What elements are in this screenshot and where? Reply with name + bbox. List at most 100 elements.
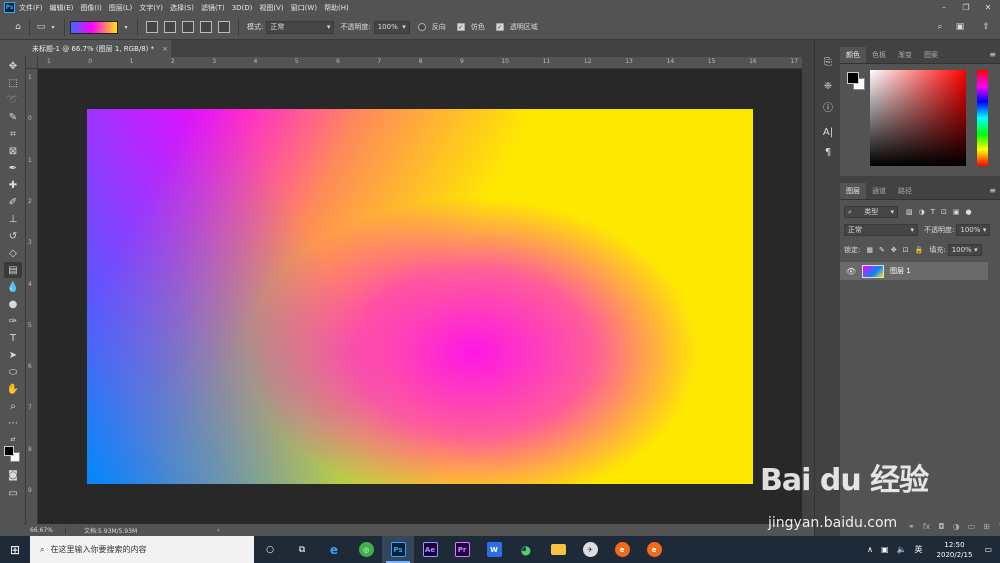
zoom-tool-icon[interactable]: ⌕ bbox=[4, 398, 22, 414]
linear-gradient-button[interactable] bbox=[146, 21, 158, 33]
menu-view[interactable]: 视图(V) bbox=[259, 3, 283, 13]
history-icon[interactable]: ⎘ bbox=[820, 54, 836, 70]
history-brush-tool-icon[interactable]: ↺ bbox=[4, 228, 22, 244]
chevron-down-icon[interactable]: ▾ bbox=[47, 21, 59, 33]
taskbar-search-input[interactable]: ⌕ 在这里输入你要搜索的内容 bbox=[30, 536, 254, 563]
lock-all-icon[interactable]: 🔒 bbox=[915, 246, 924, 254]
cortana-icon[interactable]: ○ bbox=[254, 536, 286, 563]
dither-checkbox[interactable]: ✓ bbox=[456, 23, 465, 31]
move-tool-icon[interactable]: ✥ bbox=[4, 58, 22, 74]
mode-select[interactable]: 正常 ▾ bbox=[266, 20, 335, 34]
swap-colors-icon[interactable]: ⇄ bbox=[4, 431, 22, 447]
foreground-color-swatch[interactable] bbox=[847, 72, 859, 84]
close-window-icon[interactable]: ✕ bbox=[978, 0, 998, 15]
eraser-tool-icon[interactable]: ◇ bbox=[4, 245, 22, 261]
status-menu-arrow[interactable]: › bbox=[217, 527, 219, 534]
taskbar-premiere[interactable]: Pr bbox=[446, 536, 478, 563]
path-select-tool-icon[interactable]: ➤ bbox=[4, 347, 22, 363]
menu-select[interactable]: 选择(S) bbox=[170, 3, 194, 13]
firefox-icon-2[interactable]: e bbox=[638, 536, 670, 563]
wechat-icon[interactable]: ◕ bbox=[510, 536, 542, 563]
lock-artboard-icon[interactable]: ⊡ bbox=[903, 246, 909, 254]
menu-filter[interactable]: 滤镜(T) bbox=[201, 3, 225, 13]
type-filter-icon[interactable]: T bbox=[931, 208, 935, 216]
transparency-checkbox[interactable]: ✓ bbox=[495, 23, 504, 31]
vertical-scrollbar[interactable] bbox=[802, 57, 814, 524]
taskbar-after-effects[interactable]: Ae bbox=[414, 536, 446, 563]
pixel-filter-icon[interactable]: ▨ bbox=[906, 208, 913, 216]
hand-tool-icon[interactable]: ✋ bbox=[4, 381, 22, 397]
layer-style-icon[interactable]: fx bbox=[923, 522, 931, 531]
opacity-input[interactable]: 100% ▾ bbox=[373, 20, 410, 34]
layer-filter-select[interactable]: ⌕ 类型 ▾ bbox=[844, 206, 898, 218]
zoom-level[interactable]: 66.67% bbox=[26, 526, 66, 534]
tab-layers[interactable]: 图层 bbox=[840, 183, 866, 199]
taskbar-photoshop[interactable]: Ps bbox=[382, 536, 414, 563]
hue-slider[interactable] bbox=[977, 70, 988, 166]
type-tool-icon[interactable]: T bbox=[4, 330, 22, 346]
smart-filter-icon[interactable]: ▣ bbox=[953, 208, 960, 216]
clock[interactable]: 12:50 2020/2/15 bbox=[937, 540, 973, 560]
info-icon[interactable]: ⓘ bbox=[820, 98, 836, 114]
firefox-icon[interactable]: e bbox=[606, 536, 638, 563]
add-mask-icon[interactable]: ◘ bbox=[938, 522, 944, 531]
layer-row[interactable]: 👁 图层 1 bbox=[840, 262, 988, 280]
file-explorer-icon[interactable] bbox=[542, 536, 574, 563]
notifications-icon[interactable]: ▭ bbox=[984, 545, 992, 554]
paragraph-icon[interactable]: ¶ bbox=[820, 144, 836, 160]
more-tools-icon[interactable]: ⋯ bbox=[4, 415, 22, 431]
canvas-workspace[interactable] bbox=[38, 69, 802, 524]
filter-toggle-icon[interactable]: ● bbox=[966, 208, 972, 216]
blur-tool-icon[interactable]: 💧 bbox=[4, 279, 22, 295]
tray-expand-icon[interactable]: ∧ bbox=[867, 545, 873, 554]
lock-pixels-icon[interactable]: ✎ bbox=[879, 246, 885, 254]
share-icon[interactable]: ⇪ bbox=[980, 21, 992, 33]
gradient-tool-icon[interactable]: ▤ bbox=[4, 262, 22, 278]
volume-icon[interactable]: 🔈 bbox=[897, 545, 907, 554]
eyedropper-tool-icon[interactable]: ✒ bbox=[4, 160, 22, 176]
shape-tool-icon[interactable]: ⬭ bbox=[4, 364, 22, 380]
adjustment-filter-icon[interactable]: ◑ bbox=[919, 208, 925, 216]
new-layer-icon[interactable]: ⊞ bbox=[983, 522, 990, 531]
foreground-color-swatch[interactable] bbox=[4, 446, 14, 456]
angle-gradient-button[interactable] bbox=[182, 21, 194, 33]
character-icon[interactable]: A| bbox=[820, 124, 836, 140]
menu-3d[interactable]: 3D(D) bbox=[232, 4, 253, 12]
brush-tool-icon[interactable]: ✐ bbox=[4, 194, 22, 210]
radial-gradient-button[interactable] bbox=[164, 21, 176, 33]
menu-image[interactable]: 图像(I) bbox=[80, 3, 102, 13]
frame-tool-icon[interactable]: ⊠ bbox=[4, 143, 22, 159]
new-group-icon[interactable]: ▭ bbox=[968, 522, 976, 531]
menu-edit[interactable]: 编辑(E) bbox=[50, 3, 74, 13]
adjustments-icon[interactable]: ❈ bbox=[820, 78, 836, 94]
new-adjustment-icon[interactable]: ◑ bbox=[953, 522, 960, 531]
dodge-tool-icon[interactable]: ● bbox=[4, 296, 22, 312]
tab-gradients[interactable]: 渐变 bbox=[892, 47, 918, 63]
search-icon[interactable]: ⌕ bbox=[934, 21, 946, 33]
reverse-checkbox[interactable] bbox=[417, 23, 426, 31]
lock-position-icon[interactable]: ✥ bbox=[891, 246, 897, 254]
document-tab[interactable]: 未标题-1 @ 66.7% (图层 1, RGB/8) * × bbox=[26, 40, 171, 57]
tab-patterns[interactable]: 图案 bbox=[918, 47, 944, 63]
minimize-icon[interactable]: – bbox=[934, 0, 954, 15]
quick-select-tool-icon[interactable]: ✎ bbox=[4, 109, 22, 125]
task-view-icon[interactable]: ⧉ bbox=[286, 536, 318, 563]
layer-name[interactable]: 图层 1 bbox=[890, 266, 911, 276]
tab-color[interactable]: 颜色 bbox=[840, 47, 866, 63]
lasso-tool-icon[interactable]: ➰ bbox=[4, 92, 22, 108]
reflected-gradient-button[interactable] bbox=[200, 21, 212, 33]
marquee-tool-icon[interactable]: ⬚ bbox=[4, 75, 22, 91]
fill-input[interactable]: 100% ▾ bbox=[947, 244, 982, 256]
menu-layer[interactable]: 图层(L) bbox=[109, 3, 132, 13]
maximize-icon[interactable]: ❐ bbox=[956, 0, 976, 15]
menu-window[interactable]: 窗口(W) bbox=[291, 3, 317, 13]
diamond-gradient-button[interactable] bbox=[218, 21, 230, 33]
workspace-icon[interactable]: ▣ bbox=[954, 21, 966, 33]
panel-menu-icon[interactable]: ≡ bbox=[989, 186, 996, 199]
menu-file[interactable]: 文件(F) bbox=[19, 3, 43, 13]
crop-tool-icon[interactable]: ⌗ bbox=[4, 126, 22, 142]
link-layers-icon[interactable]: ⚭ bbox=[908, 522, 915, 531]
browser-360-icon[interactable]: ◎ bbox=[350, 536, 382, 563]
menu-type[interactable]: 文字(Y) bbox=[139, 3, 163, 13]
eye-icon[interactable]: 👁 bbox=[846, 267, 858, 276]
